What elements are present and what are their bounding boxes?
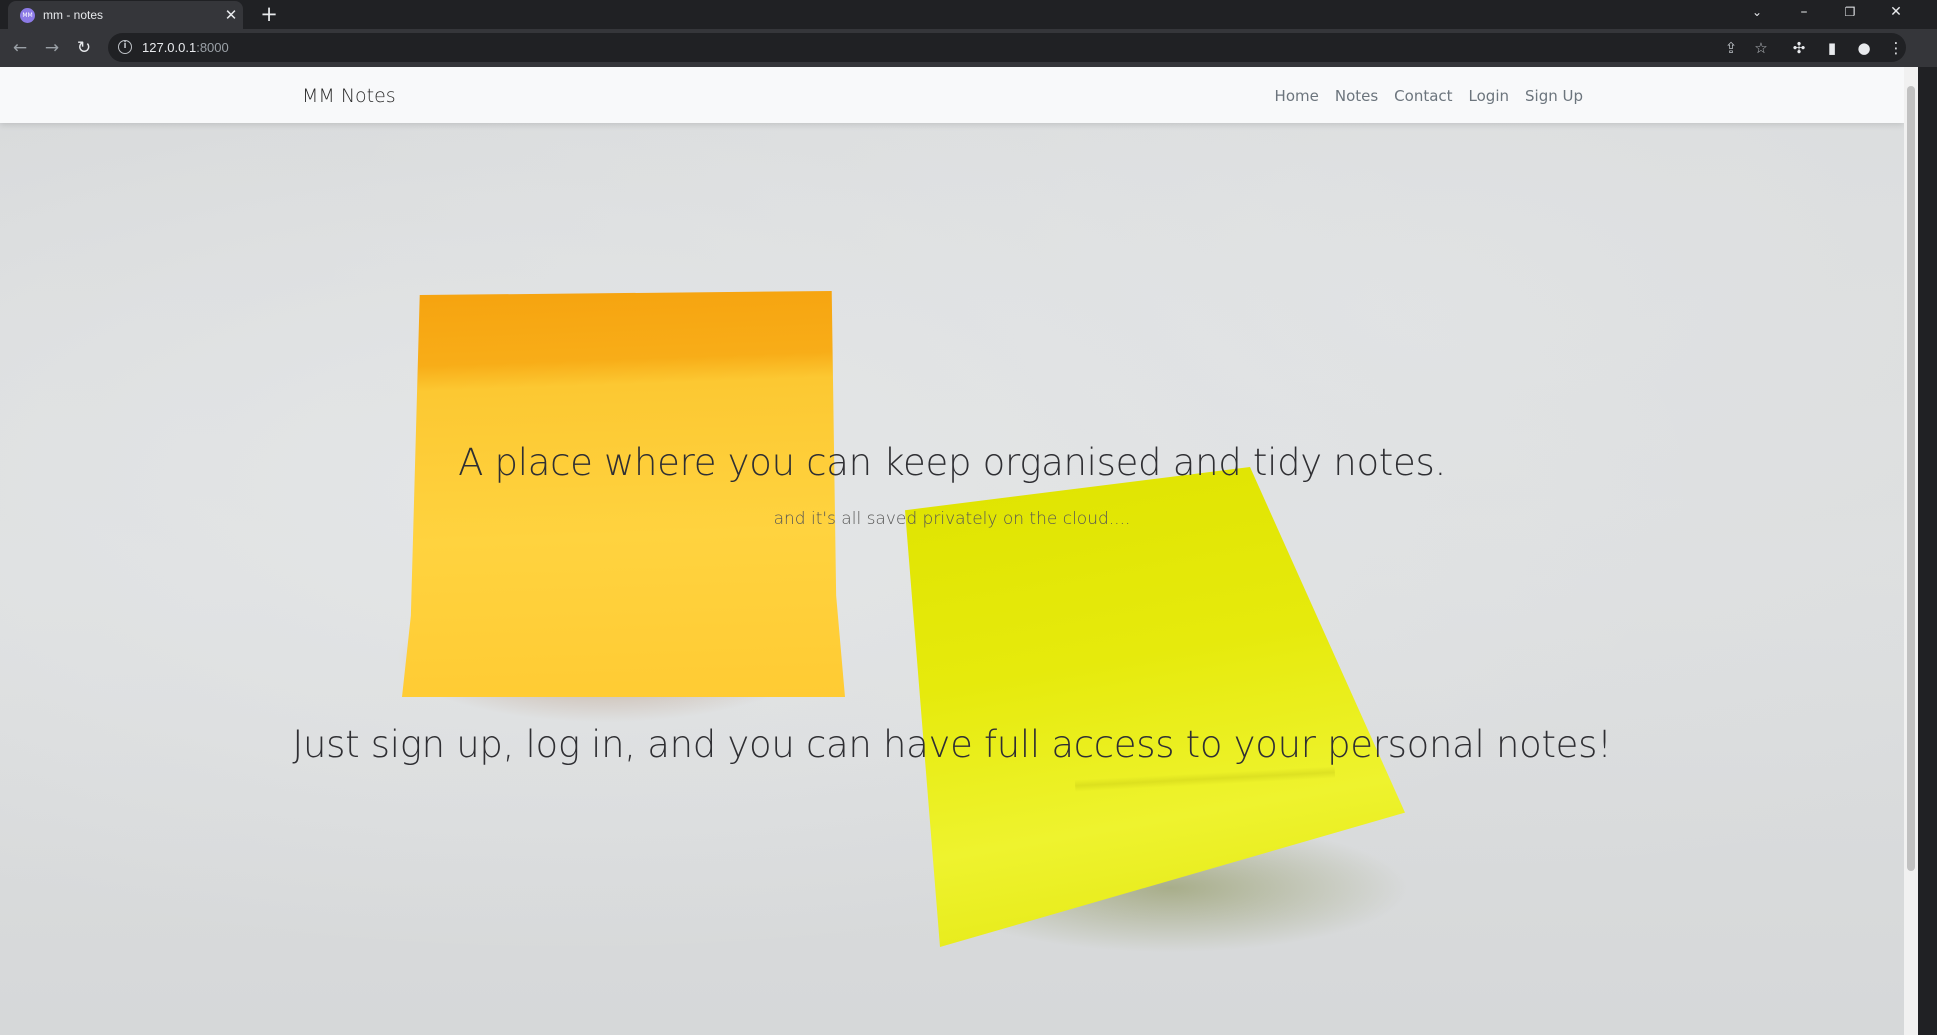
info-icon[interactable]: i (118, 40, 132, 54)
chevron-down-icon[interactable]: ⌄ (1742, 0, 1772, 24)
nav-link-contact[interactable]: Contact (1386, 87, 1460, 105)
site-navbar: MM Notes Home Notes Contact Login Sign U… (0, 67, 1904, 123)
plus-icon[interactable]: + (258, 2, 280, 26)
minimize-icon[interactable]: – (1789, 0, 1819, 24)
brand-logo[interactable]: MM Notes (302, 85, 396, 107)
puzzle-icon[interactable]: ✣ (1785, 34, 1813, 62)
arrow-left-icon[interactable]: ← (6, 34, 34, 62)
window-edge (1918, 67, 1937, 1035)
hero-cta-text: Just sign up, log in, and you can have f… (292, 723, 1612, 766)
orange-sticky-note-image (402, 291, 845, 697)
kebab-menu-icon[interactable]: ⋮ (1882, 34, 1910, 62)
browser-tab-bar: MM mm - notes ✕ + ⌄ – ❐ ✕ (0, 0, 1937, 29)
url-text[interactable]: 127.0.0.1:8000 (142, 40, 229, 55)
tab-title: mm - notes (43, 8, 104, 22)
page-scrollbar[interactable] (1904, 67, 1918, 1035)
favicon-icon: MM (20, 8, 35, 23)
reload-icon[interactable]: ↻ (70, 34, 98, 62)
hero-headline: A place where you can keep organised and… (458, 441, 1446, 484)
scrollbar-thumb[interactable] (1907, 86, 1915, 871)
nav-link-notes[interactable]: Notes (1327, 87, 1386, 105)
nav-links: Home Notes Contact Login Sign Up (1267, 87, 1591, 105)
url-port: :8000 (196, 40, 229, 55)
url-host: 127.0.0.1 (142, 40, 197, 55)
browser-toolbar: ← → ↻ i 127.0.0.1:8000 ⇪ ☆ ✣ ▮ ● ⋮ (0, 29, 1937, 67)
share-icon[interactable]: ⇪ (1719, 36, 1743, 60)
arrow-right-icon[interactable]: → (38, 34, 66, 62)
side-panel-icon[interactable]: ▮ (1818, 34, 1846, 62)
hero-section: A place where you can keep organised and… (0, 123, 1904, 1035)
nav-link-login[interactable]: Login (1461, 87, 1517, 105)
page-viewport: MM Notes Home Notes Contact Login Sign U… (0, 67, 1904, 1035)
star-icon[interactable]: ☆ (1749, 36, 1773, 60)
nav-link-signup[interactable]: Sign Up (1517, 87, 1591, 105)
nav-link-home[interactable]: Home (1267, 87, 1327, 105)
browser-tab[interactable]: MM mm - notes ✕ (8, 1, 243, 29)
address-bar[interactable]: i 127.0.0.1:8000 ⇪ ☆ (108, 33, 1906, 62)
restore-icon[interactable]: ❐ (1835, 0, 1865, 24)
profile-icon[interactable]: ● (1850, 34, 1878, 62)
window-close-icon[interactable]: ✕ (1881, 0, 1911, 24)
close-icon[interactable]: ✕ (222, 5, 240, 25)
hero-subheadline: and it's all saved privately on the clou… (773, 509, 1131, 529)
